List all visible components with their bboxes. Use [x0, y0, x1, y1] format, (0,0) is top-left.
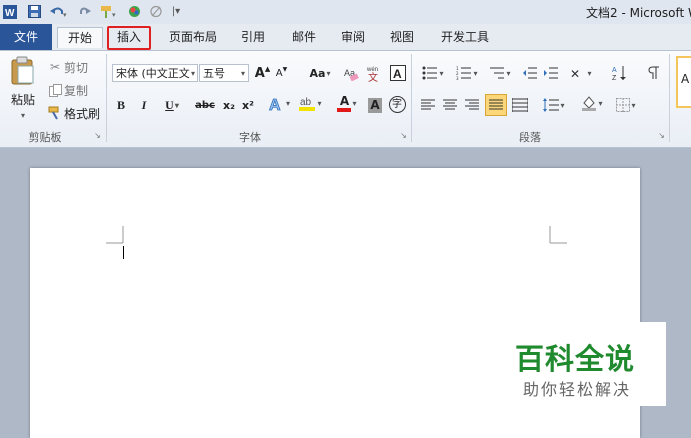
- show-formatting-marks-icon[interactable]: [647, 64, 661, 82]
- svg-text:3: 3: [456, 76, 459, 80]
- svg-text:文: 文: [368, 71, 378, 82]
- borders-button[interactable]: ▾: [611, 96, 641, 114]
- clipboard-launcher-icon[interactable]: ↘: [93, 131, 102, 140]
- asian-layout-button[interactable]: ✕ ▾: [566, 64, 596, 82]
- save-icon[interactable]: [27, 3, 42, 20]
- tab-view[interactable]: 视图: [385, 27, 419, 47]
- svg-text:A: A: [612, 67, 617, 74]
- justify-icon[interactable]: [485, 94, 507, 116]
- styles-gallery-item[interactable]: A: [676, 56, 691, 108]
- eraser-icon[interactable]: [148, 3, 164, 20]
- tab-review[interactable]: 审阅: [336, 27, 370, 47]
- undo-icon[interactable]: ▾: [48, 3, 70, 20]
- font-name-combo[interactable]: 宋体 (中文正文: [112, 64, 198, 82]
- italic-button[interactable]: I: [137, 96, 151, 114]
- align-right-icon[interactable]: [464, 96, 480, 114]
- group-divider: [411, 54, 412, 142]
- svg-text:▾: ▾: [112, 11, 116, 19]
- format-painter-button[interactable]: 格式刷: [64, 104, 102, 122]
- sort-icon[interactable]: AZ: [611, 64, 629, 82]
- font-launcher-icon[interactable]: ↘: [399, 131, 408, 140]
- bold-button[interactable]: B: [114, 96, 128, 114]
- format-painter-icon[interactable]: ▾: [98, 3, 120, 20]
- margin-corner-top-right: [549, 226, 567, 244]
- color-icon[interactable]: [127, 3, 141, 20]
- svg-text:ab: ab: [300, 97, 312, 108]
- insert-tab-highlight-box: [107, 26, 151, 50]
- numbering-button[interactable]: 1 2 3 ▾: [452, 64, 482, 82]
- line-spacing-button[interactable]: ▾: [539, 96, 569, 114]
- clear-formatting-icon[interactable]: Aa: [343, 64, 361, 82]
- grow-font-button[interactable]: A ▲: [254, 64, 271, 82]
- clipboard-group-label: 剪贴板: [28, 131, 62, 144]
- scissors-icon[interactable]: ✂: [48, 58, 62, 76]
- paste-icon[interactable]: [10, 56, 36, 86]
- word-logo-icon[interactable]: W: [2, 3, 17, 20]
- phonetic-guide-icon[interactable]: wén 文: [366, 64, 384, 82]
- shrink-font-button[interactable]: A ▼: [274, 64, 289, 82]
- superscript-button[interactable]: x²: [240, 96, 256, 114]
- character-border-icon[interactable]: A: [389, 64, 406, 82]
- tab-page-layout[interactable]: 页面布局: [164, 27, 222, 47]
- align-left-icon[interactable]: [420, 96, 436, 114]
- tab-references[interactable]: 引用: [236, 27, 270, 47]
- font-color-button[interactable]: A ▾: [333, 94, 361, 112]
- format-painter-brush-icon[interactable]: [48, 104, 62, 122]
- align-center-icon[interactable]: [442, 96, 458, 114]
- tab-mailings[interactable]: 邮件: [287, 27, 321, 47]
- increase-indent-icon[interactable]: [542, 64, 560, 82]
- character-shading-button[interactable]: A: [367, 96, 383, 114]
- multilevel-list-button[interactable]: ▾: [485, 64, 515, 82]
- watermark-logo: 百科全说 助你轻松解决: [507, 322, 666, 406]
- watermark-subtitle: 助你轻松解决: [523, 380, 632, 399]
- watermark-title: 百科全说: [515, 342, 636, 376]
- paragraph-group-label: 段落: [519, 131, 541, 144]
- title-bar: W ▾ ▾ |▾ 文档2 - Microsoft W: [0, 0, 691, 25]
- tab-home[interactable]: 开始: [57, 27, 103, 48]
- group-divider: [669, 54, 670, 142]
- highlight-color-button[interactable]: ab ▾: [296, 94, 324, 112]
- decrease-indent-icon[interactable]: [521, 64, 539, 82]
- svg-text:✕: ✕: [570, 67, 580, 80]
- text-effects-button[interactable]: A ▾: [266, 94, 292, 112]
- svg-text:▾: ▾: [63, 11, 67, 19]
- window-title: 文档2 - Microsoft W: [586, 6, 691, 20]
- style-preview-text: A: [681, 72, 690, 86]
- strikethrough-button[interactable]: abc: [193, 96, 217, 114]
- font-size-value: 五号: [203, 67, 225, 80]
- underline-button[interactable]: U ▾: [160, 96, 184, 114]
- distributed-align-icon[interactable]: [511, 96, 529, 114]
- svg-text:Z: Z: [612, 75, 617, 81]
- font-name-value: 宋体 (中文正文: [116, 67, 190, 80]
- svg-text:A: A: [269, 97, 281, 112]
- margin-corner-top-left: [106, 226, 124, 244]
- svg-text:A: A: [393, 67, 402, 81]
- svg-text:W: W: [5, 8, 15, 19]
- text-cursor: [123, 246, 124, 259]
- enclose-characters-button[interactable]: 字: [388, 95, 406, 113]
- font-size-dropdown-icon[interactable]: ▾: [238, 64, 248, 82]
- bullets-button[interactable]: ▾: [418, 64, 448, 82]
- font-name-dropdown-icon[interactable]: ▾: [188, 64, 198, 82]
- paragraph-launcher-icon[interactable]: ↘: [657, 131, 666, 140]
- shading-button[interactable]: ▾: [577, 94, 607, 112]
- redo-icon[interactable]: [78, 3, 92, 20]
- customize-icon[interactable]: |▾: [170, 3, 182, 20]
- group-divider: [106, 54, 107, 142]
- tab-file[interactable]: 文件: [0, 24, 52, 50]
- copy-icon[interactable]: [48, 81, 62, 99]
- change-case-button[interactable]: Aa ▾: [305, 64, 335, 82]
- tab-developer[interactable]: 开发工具: [437, 27, 493, 47]
- paste-dropdown-icon[interactable]: ▾: [16, 106, 30, 124]
- copy-button[interactable]: 复制: [64, 81, 90, 99]
- cut-button[interactable]: 剪切: [64, 58, 90, 76]
- subscript-button[interactable]: x₂: [221, 96, 237, 114]
- font-group-label: 字体: [239, 131, 261, 144]
